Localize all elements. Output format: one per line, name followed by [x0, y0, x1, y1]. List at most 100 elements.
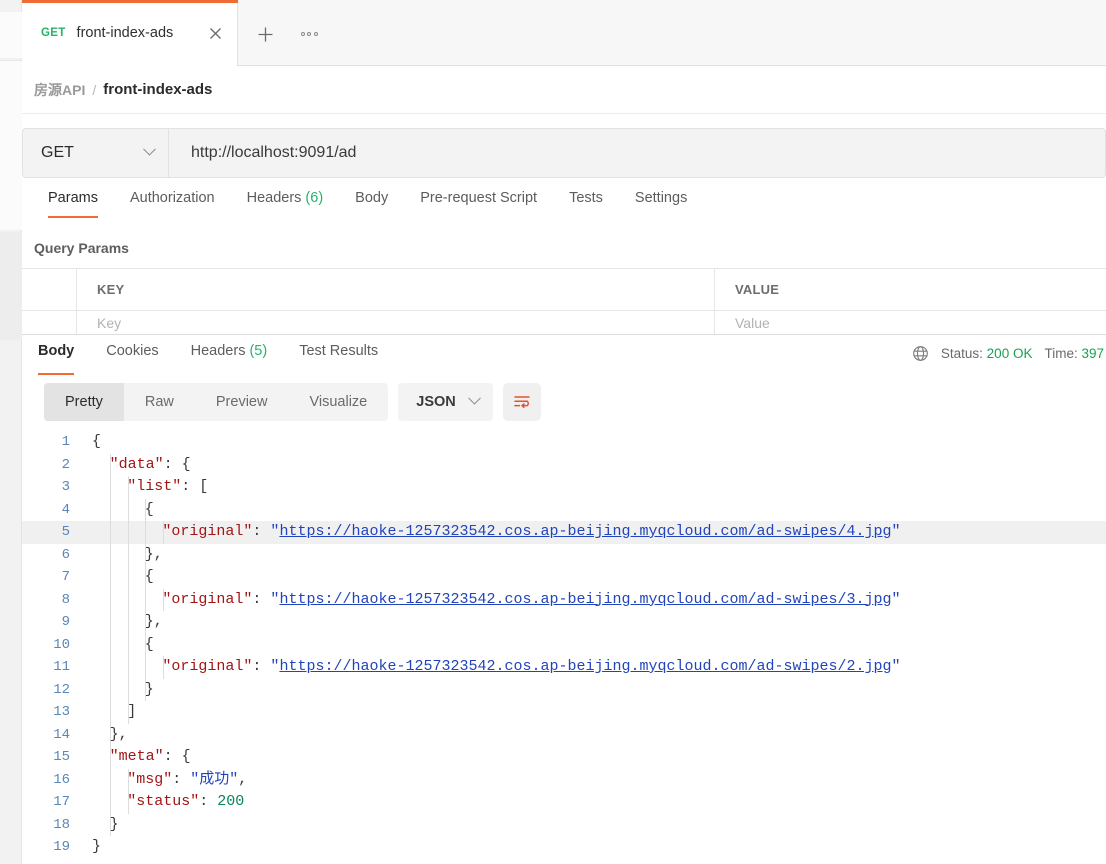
plus-icon[interactable] — [250, 19, 280, 49]
json-code: 1{2 "data": {3 "list": [4{5 "original": "ht… — [22, 431, 1106, 859]
code-line: 4{ — [22, 498, 1106, 522]
token-pun: }, — [144, 613, 163, 630]
token-link[interactable]: https://haoke-1257323542.cos.ap-beijing.… — [279, 658, 891, 675]
close-icon[interactable] — [202, 20, 228, 46]
line-number: 8 — [61, 591, 70, 608]
code-line: 15 "meta": { — [22, 746, 1106, 769]
postman-window: GET front-index-ads 房源API / front-index-… — [0, 0, 1106, 864]
chevron-down-icon — [143, 142, 156, 156]
indent-guide — [145, 521, 147, 544]
token-pun: : { — [163, 748, 191, 765]
more-horizontal-icon[interactable] — [294, 22, 324, 46]
header-cell-checkbox — [22, 269, 77, 310]
sidebar-block-3 — [0, 232, 22, 340]
indent-guide — [110, 791, 111, 814]
code-line: 13] — [22, 701, 1106, 724]
code-line: 6}, — [22, 543, 1106, 566]
indent-guide — [127, 521, 129, 544]
line-number: 14 — [53, 726, 70, 743]
request-tabs: Params Authorization Headers (6) Body Pre-req… — [22, 190, 1106, 230]
request-tab-authorization[interactable]: Authorization — [114, 190, 231, 218]
globe-icon — [912, 345, 929, 362]
row-cell-checkbox[interactable] — [22, 311, 77, 335]
token-key: "status" — [127, 793, 200, 810]
request-tab-headers[interactable]: Headers (6) — [231, 190, 340, 218]
code-line: 9}, — [22, 611, 1106, 634]
token-str: " — [891, 523, 901, 540]
language-select[interactable]: JSON — [398, 383, 493, 421]
indent-guide — [110, 633, 111, 656]
line-number: 10 — [53, 636, 70, 653]
line-number: 4 — [61, 501, 70, 518]
response-tab-body[interactable]: Body — [22, 335, 90, 375]
token-pun: : [ — [181, 478, 209, 495]
header-cell-key: KEY — [77, 269, 715, 310]
table-header-row: KEY VALUE — [22, 269, 1106, 311]
indent-guide — [110, 543, 111, 566]
token-pun: { — [144, 500, 154, 518]
token-pun: : — [199, 793, 218, 810]
value-placeholder: Value — [735, 315, 770, 331]
code-line: 1{ — [22, 431, 1106, 454]
status-value: 200 OK — [986, 346, 1033, 361]
indent-guide — [127, 656, 129, 679]
token-pun: : — [252, 590, 271, 608]
http-method-select[interactable]: GET — [22, 128, 168, 178]
line-number: 7 — [61, 569, 70, 585]
indent-guide — [110, 678, 111, 701]
line-number: 16 — [53, 771, 70, 788]
breadcrumb: 房源API / front-index-ads — [22, 66, 1106, 114]
request-tab-body[interactable]: Body — [339, 190, 404, 218]
request-tab-tests[interactable]: Tests — [553, 190, 619, 218]
breadcrumb-current: front-index-ads — [103, 81, 213, 98]
response-body-viewer[interactable]: 1{2 "data": {3 "list": [4{5 "original": "ht… — [22, 431, 1106, 864]
indent-guide — [110, 476, 111, 499]
url-value: http://localhost:9091/ad — [191, 144, 357, 161]
response-tab-count: (5) — [249, 343, 268, 359]
request-tab-pre-request-script[interactable]: Pre-request Script — [404, 190, 553, 218]
row-cell-key[interactable]: Key — [77, 311, 715, 335]
url-input[interactable]: http://localhost:9091/ad — [168, 128, 1106, 178]
word-wrap-icon[interactable] — [502, 383, 541, 421]
row-cell-value[interactable]: Value — [715, 311, 1106, 335]
view-mode-visualize[interactable]: Visualize — [288, 383, 388, 421]
tab-title-label: front-index-ads — [76, 25, 174, 41]
response-tabs: Body Cookies Headers (5) Test Results — [22, 335, 394, 375]
code-line: 7{ — [22, 566, 1106, 589]
code-text: { — [145, 499, 154, 522]
code-text: "original": "https://haoke-1257323542.co… — [162, 521, 900, 544]
view-mode-raw[interactable]: Raw — [124, 383, 195, 421]
token-key: "original" — [162, 658, 253, 675]
table-row[interactable]: Key Value — [22, 311, 1106, 335]
response-tab-label: Test Results — [299, 343, 379, 359]
code-text: } — [145, 679, 154, 702]
language-value: JSON — [416, 394, 456, 410]
time-label: Time: 397 — [1044, 346, 1104, 361]
response-format-toolbar: Pretty Raw Preview Visualize JSON — [22, 381, 541, 423]
sidebar-collapsed-strip[interactable] — [0, 0, 22, 864]
breadcrumb-collection[interactable]: 房源API — [34, 80, 85, 100]
view-mode-pretty[interactable]: Pretty — [44, 383, 124, 421]
response-tab-test-results[interactable]: Test Results — [283, 335, 394, 375]
http-method-value: GET — [41, 144, 74, 161]
request-tab-label: Body — [355, 190, 389, 206]
code-text: "original": "https://haoke-1257323542.co… — [162, 656, 900, 679]
code-line: 17 "status": 200 — [22, 791, 1106, 814]
line-number: 12 — [53, 681, 70, 698]
token-pun: { — [144, 568, 154, 585]
token-pun: }, — [109, 725, 128, 743]
time-value: 397 — [1081, 346, 1104, 361]
response-tab-cookies[interactable]: Cookies — [90, 335, 174, 375]
line-number: 13 — [53, 704, 70, 720]
token-link[interactable]: https://haoke-1257323542.cos.ap-beijing.… — [279, 591, 891, 608]
code-text: "msg": "成功", — [127, 769, 247, 792]
view-mode-preview[interactable]: Preview — [195, 383, 289, 421]
line-number: 6 — [61, 546, 70, 563]
request-tab-params[interactable]: Params — [32, 190, 114, 218]
response-tab-headers[interactable]: Headers (5) — [175, 335, 284, 375]
indent-guide — [127, 678, 129, 701]
response-pane: Body Cookies Headers (5) Test Results Status… — [22, 334, 1106, 864]
token-link[interactable]: https://haoke-1257323542.cos.ap-beijing.… — [279, 523, 891, 540]
request-tab-settings[interactable]: Settings — [619, 190, 703, 218]
code-line: 18} — [22, 813, 1106, 836]
